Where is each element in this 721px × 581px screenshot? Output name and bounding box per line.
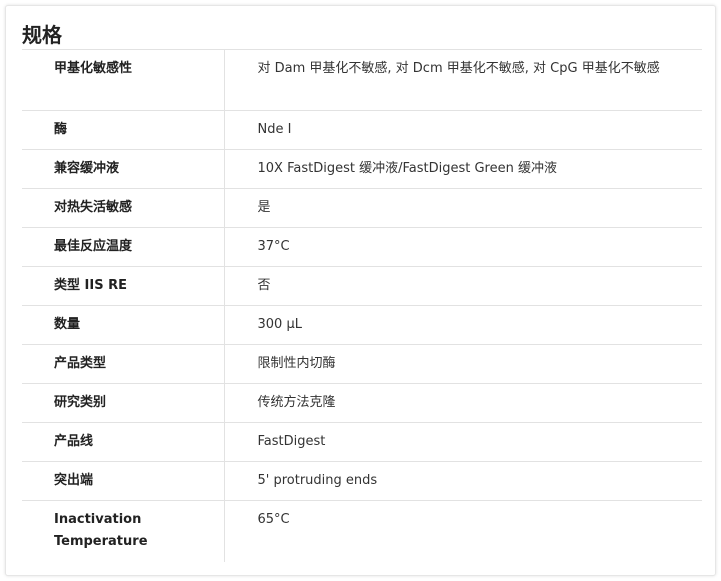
spec-value: Nde I xyxy=(224,110,702,150)
spec-value: 对 Dam 甲基化不敏感, 对 Dcm 甲基化不敏感, 对 CpG 甲基化不敏感 xyxy=(224,49,702,111)
table-row: 酶 Nde I xyxy=(22,110,702,150)
spec-value: 10X FastDigest 缓冲液/FastDigest Green 缓冲液 xyxy=(224,149,702,189)
spec-value: 否 xyxy=(224,266,702,306)
table-row: 产品线 FastDigest xyxy=(22,422,702,462)
spec-value: 300 µL xyxy=(224,305,702,345)
table-row: 数量 300 µL xyxy=(22,305,702,345)
table-row: 产品类型 限制性内切酶 xyxy=(22,344,702,384)
table-row: Inactivation Temperature 65°C xyxy=(22,500,702,562)
section-title: 规格 xyxy=(22,23,62,47)
spec-key: 研究类别 xyxy=(22,383,225,423)
table-row: 甲基化敏感性 对 Dam 甲基化不敏感, 对 Dcm 甲基化不敏感, 对 CpG… xyxy=(22,49,702,111)
spec-value: 37°C xyxy=(224,227,702,267)
spec-value: 65°C xyxy=(224,500,702,562)
table-row: 兼容缓冲液 10X FastDigest 缓冲液/FastDigest Gree… xyxy=(22,149,702,189)
spec-value: 5' protruding ends xyxy=(224,461,702,501)
table-row: 研究类别 传统方法克隆 xyxy=(22,383,702,423)
spec-key: 甲基化敏感性 xyxy=(22,49,225,111)
spec-key: Inactivation Temperature xyxy=(22,500,225,562)
spec-key: 产品类型 xyxy=(22,344,225,384)
table-row: 突出端 5' protruding ends xyxy=(22,461,702,501)
spec-key: 数量 xyxy=(22,305,225,345)
spec-key: 产品线 xyxy=(22,422,225,462)
spec-key: 酶 xyxy=(22,110,225,150)
spec-value: 限制性内切酶 xyxy=(224,344,702,384)
spec-value: 是 xyxy=(224,188,702,228)
spec-key: 类型 IIS RE xyxy=(22,266,225,306)
specifications-table: 甲基化敏感性 对 Dam 甲基化不敏感, 对 Dcm 甲基化不敏感, 对 CpG… xyxy=(22,49,702,562)
spec-value: FastDigest xyxy=(224,422,702,462)
table-row: 类型 IIS RE 否 xyxy=(22,266,702,306)
spec-key: 最佳反应温度 xyxy=(22,227,225,267)
spec-key: 兼容缓冲液 xyxy=(22,149,225,189)
spec-key: 突出端 xyxy=(22,461,225,501)
table-row: 对热失活敏感 是 xyxy=(22,188,702,228)
spec-key: 对热失活敏感 xyxy=(22,188,225,228)
specifications-card: 规格 甲基化敏感性 对 Dam 甲基化不敏感, 对 Dcm 甲基化不敏感, 对 … xyxy=(5,5,716,576)
spec-value: 传统方法克隆 xyxy=(224,383,702,423)
table-row: 最佳反应温度 37°C xyxy=(22,227,702,267)
